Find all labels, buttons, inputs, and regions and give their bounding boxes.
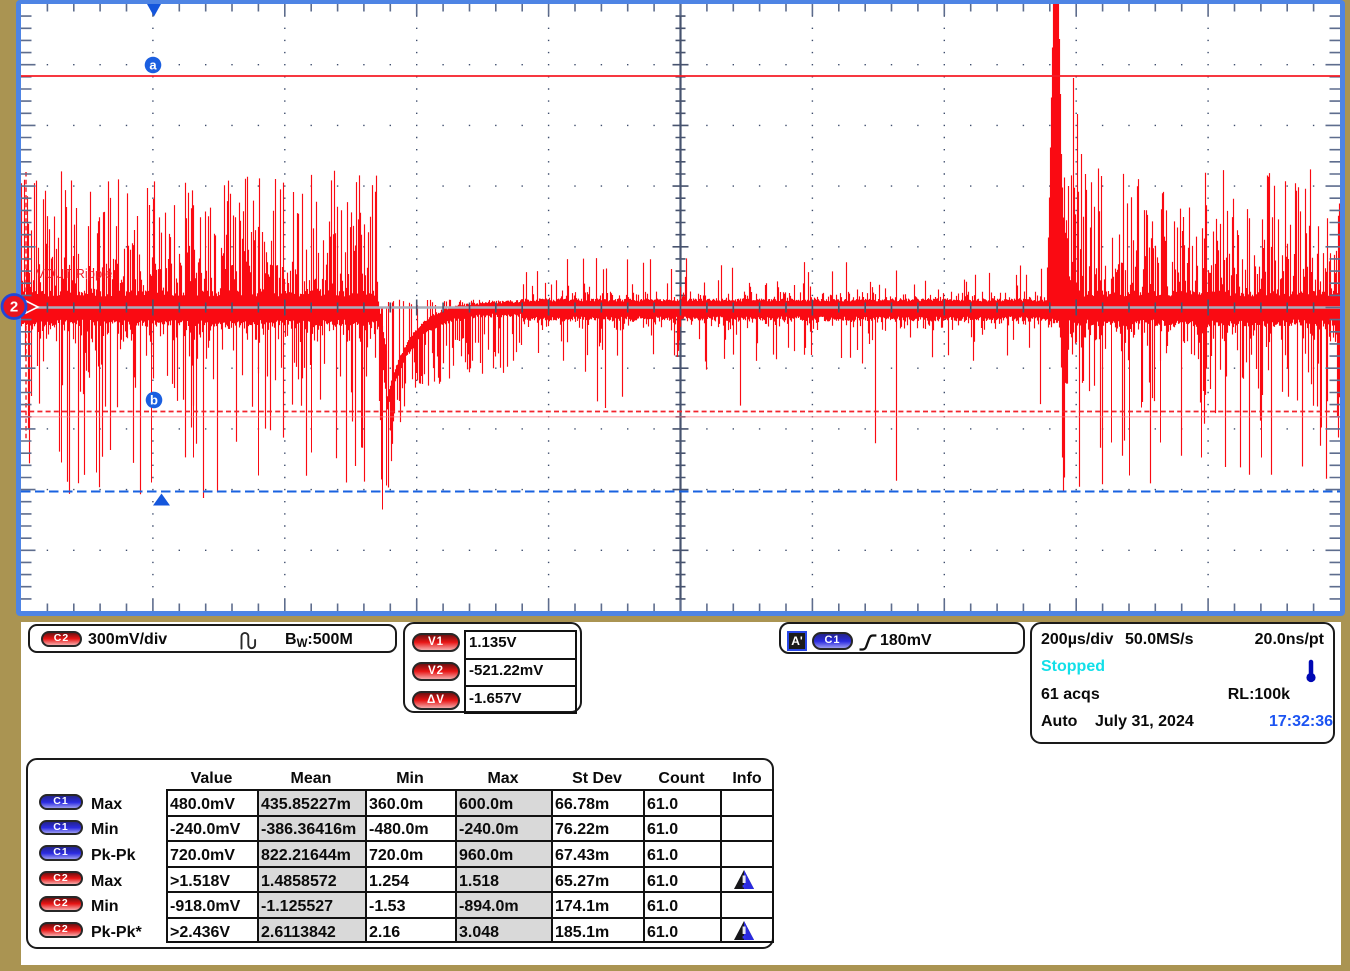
svg-text:VOUT Ripple: VOUT Ripple [36, 266, 112, 281]
svg-text:a: a [149, 58, 157, 73]
svg-text:2: 2 [10, 299, 18, 316]
svg-text:b: b [150, 393, 158, 408]
